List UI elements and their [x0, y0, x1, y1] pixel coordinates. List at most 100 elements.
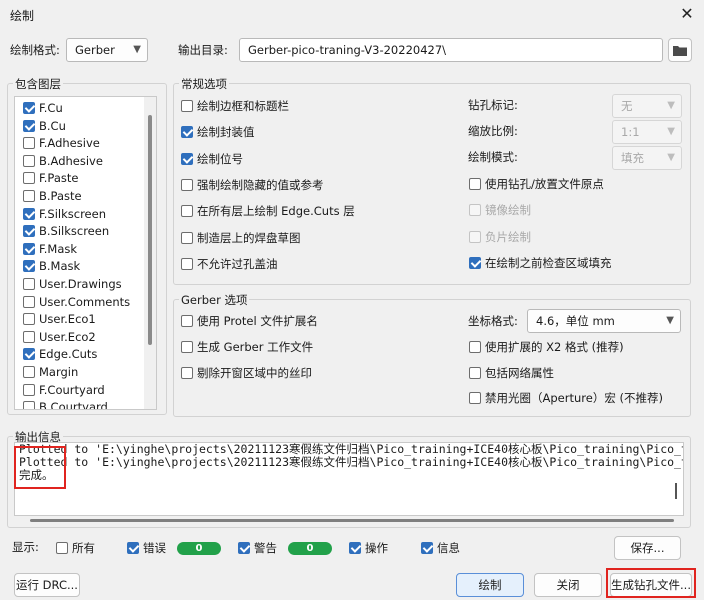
general-right-option-2[interactable]: 负片绘制: [469, 228, 531, 246]
save-button[interactable]: 保存...: [614, 536, 681, 560]
layer-item-label: F.Silkscreen: [39, 206, 107, 221]
gerber-right-option-2-label: 禁用光圈（Aperture）宏 (不推荐): [485, 391, 663, 405]
layer-item-margin[interactable]: Margin: [23, 364, 78, 381]
output-messages[interactable]: Plotted to 'E:\yinghe\projects\20211123寒…: [14, 442, 684, 516]
layer-item-f-cu[interactable]: F.Cu: [23, 100, 63, 117]
checkbox-icon: [23, 401, 35, 409]
checkbox-icon: [469, 392, 481, 404]
general-option-3[interactable]: 强制绘制隐藏的值或参考: [181, 176, 324, 194]
gerber-options-title: Gerber 选项: [179, 292, 250, 308]
gerber-option-1-label: 生成 Gerber 工作文件: [197, 340, 314, 354]
layer-item-user-eco1[interactable]: User.Eco1: [23, 311, 96, 328]
highlight-box-output: [14, 446, 66, 489]
layer-item-f-paste[interactable]: F.Paste: [23, 170, 78, 187]
general-right-option-1[interactable]: 镜像绘制: [469, 201, 531, 219]
layer-item-b-courtyard[interactable]: B.Courtyard: [23, 399, 108, 409]
layer-item-label: F.Courtyard: [39, 382, 105, 397]
drill-mark-select[interactable]: 无 ▼: [612, 94, 682, 118]
checkbox-icon: [23, 154, 35, 167]
plot-mode-value: 填充: [621, 151, 644, 165]
chevron-down-icon: ▼: [133, 44, 141, 55]
gerber-option-0[interactable]: 使用 Protel 文件扩展名: [181, 312, 318, 330]
layer-item-label: F.Paste: [39, 171, 79, 186]
checkbox-icon: [469, 341, 481, 353]
layers-group-title: 包含图层: [13, 76, 63, 92]
close-button[interactable]: 关闭: [534, 573, 602, 597]
general-option-5[interactable]: 制造层上的焊盘草图: [181, 229, 301, 247]
checkbox-icon: [181, 315, 193, 327]
checkbox-icon: [181, 257, 193, 270]
filter-error-checkbox[interactable]: 错误: [127, 539, 166, 557]
layer-item-f-silkscreen[interactable]: F.Silkscreen: [23, 206, 106, 223]
output-dir-label: 输出目录:: [178, 43, 228, 57]
layer-item-label: F.Mask: [39, 241, 78, 256]
general-option-0[interactable]: 绘制边框和标题栏: [181, 97, 289, 115]
layer-item-user-drawings[interactable]: User.Drawings: [23, 276, 122, 293]
general-option-1-label: 绘制封装值: [197, 125, 255, 140]
scale-select[interactable]: 1:1 ▼: [612, 120, 682, 144]
filter-warning-checkbox[interactable]: 警告: [238, 539, 277, 557]
layer-item-user-eco2[interactable]: User.Eco2: [23, 329, 96, 346]
layer-item-b-mask[interactable]: B.Mask: [23, 258, 80, 275]
filter-info-checkbox[interactable]: 信息: [421, 539, 460, 557]
general-right-option-0[interactable]: 使用钻孔/放置文件原点: [469, 175, 604, 193]
general-right-option-3-label: 在绘制之前检查区域填充: [485, 255, 612, 270]
close-icon[interactable]: ✕: [676, 3, 698, 25]
filter-all-checkbox[interactable]: 所有: [56, 539, 95, 557]
layer-item-b-paste[interactable]: B.Paste: [23, 188, 82, 205]
layers-scrollbar[interactable]: [144, 97, 156, 409]
gerber-right-option-2[interactable]: 禁用光圈（Aperture）宏 (不推荐): [469, 389, 663, 407]
coord-format-select[interactable]: 4.6，单位 mm ▼: [527, 309, 681, 333]
layer-item-label: User.Eco1: [39, 312, 96, 327]
layer-item-label: B.Mask: [39, 259, 81, 274]
chevron-down-icon: ▼: [667, 126, 675, 137]
checkbox-icon: [181, 100, 193, 112]
browse-folder-button[interactable]: [668, 38, 692, 62]
checkbox-icon: [23, 137, 35, 150]
drill-mark-label: 钻孔标记:: [468, 98, 518, 112]
checkbox-checked-icon: [23, 225, 35, 238]
general-option-4[interactable]: 在所有层上绘制 Edge.Cuts 层: [181, 202, 355, 220]
output-vscroll-thumb[interactable]: [675, 483, 677, 499]
gerber-option-1[interactable]: 生成 Gerber 工作文件: [181, 338, 313, 356]
checkbox-icon: [469, 230, 481, 243]
chevron-down-icon: ▼: [667, 152, 675, 163]
layer-item-user-comments[interactable]: User.Comments: [23, 294, 130, 311]
general-option-2[interactable]: 绘制位号: [181, 150, 243, 168]
layer-item-label: B.Cu: [39, 118, 66, 133]
layer-item-b-silkscreen[interactable]: B.Silkscreen: [23, 223, 109, 240]
checkbox-checked-icon: [127, 542, 139, 554]
layer-item-edge-cuts[interactable]: Edge.Cuts: [23, 346, 97, 363]
layer-item-b-cu[interactable]: B.Cu: [23, 118, 66, 135]
layer-item-label: F.Cu: [39, 101, 63, 115]
output-hscroll-thumb[interactable]: [30, 519, 674, 522]
filter-action-checkbox[interactable]: 操作: [349, 539, 388, 557]
gerber-right-option-0[interactable]: 使用扩展的 X2 格式 (推荐): [469, 338, 624, 356]
layers-list[interactable]: F.Cu B.Cu F.Adhesive B.Adhesive F.Paste B.Pas…: [14, 96, 157, 410]
coord-format-label: 坐标格式:: [468, 314, 518, 328]
plot-format-select[interactable]: Gerber ▼: [66, 38, 148, 62]
layer-item-f-adhesive[interactable]: F.Adhesive: [23, 135, 100, 152]
layers-scrollbar-thumb[interactable]: [148, 115, 152, 345]
general-options-title: 常规选项: [179, 76, 229, 92]
layer-item-label: User.Eco2: [39, 329, 96, 344]
layer-item-f-mask[interactable]: F.Mask: [23, 241, 77, 258]
output-dir-input[interactable]: Gerber-pico-traning-V3-20220427\: [239, 38, 663, 62]
gerber-right-option-1[interactable]: 包括网络属性: [469, 364, 554, 382]
run-drc-button[interactable]: 运行 DRC...: [14, 573, 80, 597]
layer-item-f-courtyard[interactable]: F.Courtyard: [23, 382, 105, 399]
plot-button[interactable]: 绘制: [456, 573, 524, 597]
gerber-option-2[interactable]: 剔除开窗区域中的丝印: [181, 364, 312, 382]
general-option-0-label: 绘制边框和标题栏: [197, 99, 289, 113]
layer-item-b-adhesive[interactable]: B.Adhesive: [23, 153, 103, 170]
filter-info-label: 信息: [437, 541, 460, 555]
plot-mode-select[interactable]: 填充 ▼: [612, 146, 682, 170]
general-right-option-3[interactable]: 在绘制之前检查区域填充: [469, 254, 612, 272]
checkbox-icon: [23, 383, 35, 396]
layer-item-label: B.Paste: [39, 189, 82, 203]
general-option-6[interactable]: 不允许过孔盖油: [181, 255, 278, 273]
scale-label: 缩放比例:: [468, 124, 518, 138]
filter-all-label: 所有: [72, 541, 95, 555]
checkbox-icon: [23, 295, 35, 308]
general-option-1[interactable]: 绘制封装值: [181, 123, 255, 141]
